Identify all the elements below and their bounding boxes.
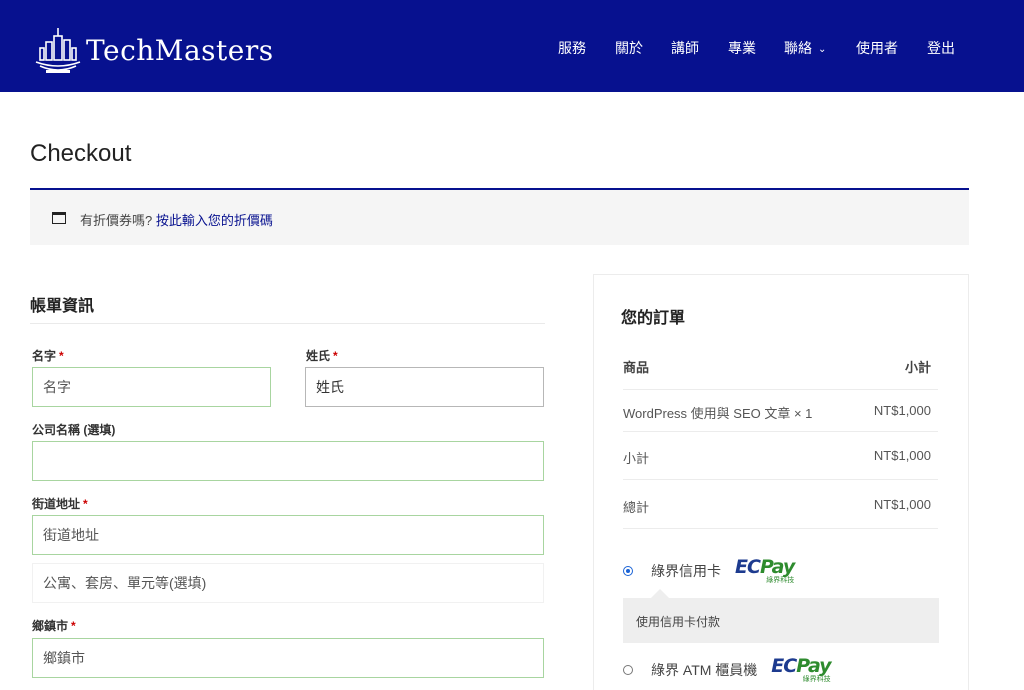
order-total-label: 總計 (623, 500, 650, 515)
order-subtotal-value: NT$1,000 (873, 448, 931, 463)
order-item-name: WordPress 使用與 SEO 文章 × 1 (623, 406, 813, 421)
order-total-row: 總計 NT$1,000 (623, 497, 931, 516)
brand-name: TechMasters (86, 33, 274, 67)
last-name-label: 姓氏 * (306, 347, 338, 364)
billing-divider (30, 323, 545, 324)
order-divider (623, 389, 938, 390)
city-label: 鄉鎮市 * (32, 617, 76, 634)
address2-field[interactable] (32, 563, 544, 603)
payment-label-atm: 綠界 ATM 櫃員機 (651, 662, 758, 678)
payment-option-credit-card[interactable]: 綠界信用卡 ECPay 綠界科技 (623, 555, 795, 585)
required-mark: * (59, 349, 64, 363)
nav-item-instructors[interactable]: 講師 (671, 38, 699, 58)
payment-radio-atm[interactable] (623, 665, 633, 675)
last-name-label-text: 姓氏 (306, 349, 331, 363)
order-item-row: WordPress 使用與 SEO 文章 × 1 NT$1,000 (623, 403, 931, 422)
payment-description: 使用信用卡付款 (623, 589, 939, 643)
company-field[interactable] (32, 441, 544, 481)
required-mark: * (333, 349, 338, 363)
payment-radio-credit-card[interactable] (623, 566, 633, 576)
site-header: TechMasters 服務 關於 講師 專業 聯絡 ⌄ 使用者 登出 (0, 0, 1024, 92)
nav-item-contact-label: 聯絡 (784, 40, 812, 56)
ecpay-logo-ec: EC (735, 555, 761, 578)
ecpay-logo: ECPay 綠界科技 (735, 555, 795, 585)
page-title: Checkout (30, 140, 132, 167)
order-divider (623, 479, 938, 480)
brand-logo[interactable]: TechMasters (32, 24, 274, 76)
order-subtotal-row: 小計 NT$1,000 (623, 448, 931, 467)
ecpay-logo-pay: Pay (796, 654, 831, 677)
chevron-down-icon: ⌄ (818, 44, 827, 55)
ecpay-logo-sub: 綠界科技 (802, 675, 831, 683)
ecpay-logo: ECPay 綠界科技 (771, 654, 831, 684)
ecpay-logo-ec: EC (771, 654, 797, 677)
city-skyline-icon (35, 28, 81, 73)
nav-item-expertise[interactable]: 專業 (728, 38, 756, 58)
order-subtotal-label: 小計 (623, 451, 650, 466)
first-name-label: 名字 * (32, 347, 64, 364)
first-name-label-text: 名字 (32, 349, 57, 363)
ecpay-logo-sub: 綠界科技 (766, 576, 795, 584)
coupon-link[interactable]: 按此輸入您的折價碼 (156, 213, 273, 228)
window-icon (52, 212, 66, 224)
payment-label-credit-card: 綠界信用卡 (651, 563, 721, 579)
city-field[interactable] (32, 638, 544, 678)
order-divider (623, 431, 938, 432)
nav-item-contact[interactable]: 聯絡 ⌄ (784, 38, 826, 61)
billing-title: 帳單資訊 (30, 298, 95, 315)
nav-item-logout[interactable]: 登出 (927, 38, 955, 58)
nav-item-about[interactable]: 關於 (615, 38, 643, 58)
street-label: 街道地址 * (32, 495, 88, 512)
required-mark: * (71, 619, 76, 633)
street-address-field[interactable] (32, 515, 544, 555)
order-title: 您的訂單 (621, 310, 686, 327)
coupon-text: 有折價券嗎? 按此輸入您的折價碼 (80, 210, 273, 229)
order-item-price: NT$1,000 (873, 403, 931, 418)
first-name-field[interactable] (32, 367, 271, 407)
order-divider (623, 528, 938, 529)
payment-option-atm[interactable]: 綠界 ATM 櫃員機 ECPay 綠界科技 (623, 654, 832, 684)
required-mark: * (83, 497, 88, 511)
order-total-value: NT$1,000 (873, 497, 931, 512)
ecpay-logo-pay: Pay (759, 555, 795, 578)
nav-item-services[interactable]: 服務 (558, 38, 586, 58)
coupon-question: 有折價券嗎? (80, 213, 153, 228)
coupon-notice: 有折價券嗎? 按此輸入您的折價碼 (30, 188, 969, 245)
company-label: 公司名稱 (選填) (32, 423, 116, 437)
order-table-header: 商品 小計 (623, 357, 931, 376)
nav-item-user[interactable]: 使用者 (856, 38, 898, 58)
subtotal-column-header: 小計 (904, 360, 931, 375)
last-name-field[interactable] (305, 367, 544, 407)
product-column-header: 商品 (623, 360, 650, 375)
city-label-text: 鄉鎮市 (32, 619, 69, 633)
street-label-text: 街道地址 (32, 497, 81, 511)
